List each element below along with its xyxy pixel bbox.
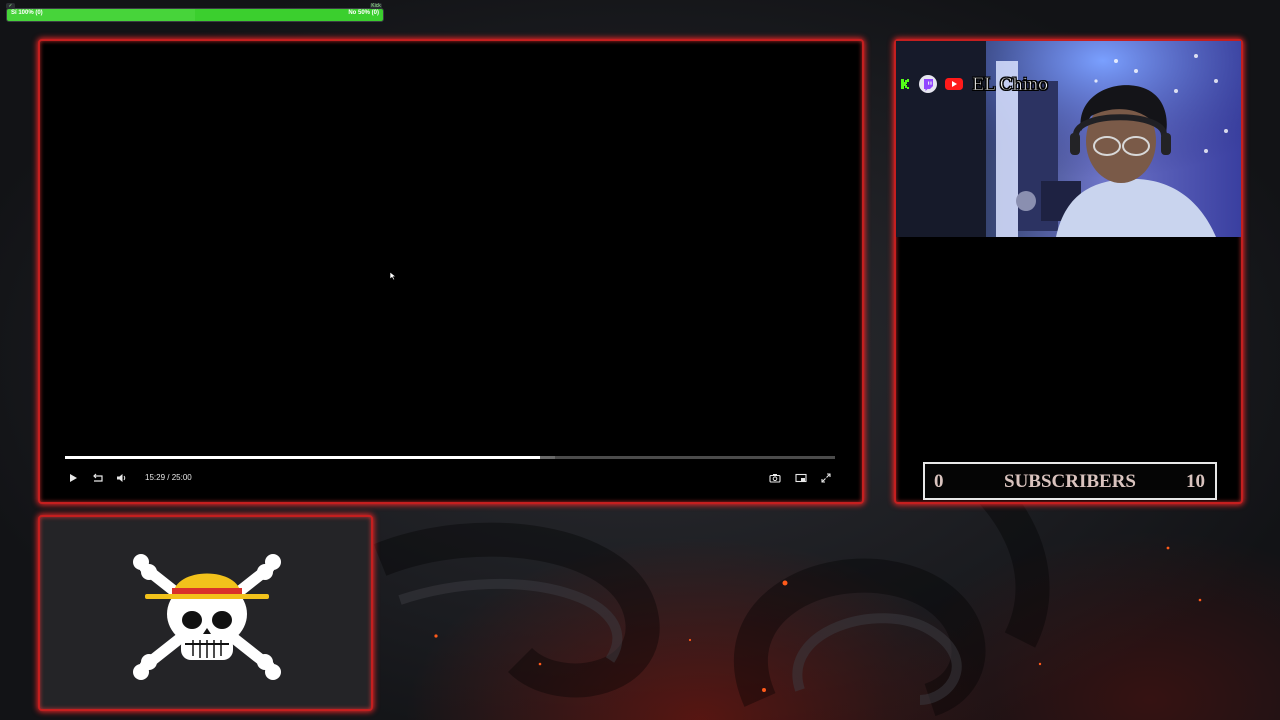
current-time: 15:29 bbox=[145, 473, 166, 482]
play-button[interactable] bbox=[66, 471, 80, 485]
volume-icon bbox=[117, 474, 126, 482]
subscriber-label: SUBSCRIBERS bbox=[1004, 471, 1136, 492]
poll-yes-label: Sí 100% (0) bbox=[11, 10, 43, 16]
played-bar bbox=[65, 456, 541, 459]
subscriber-goal-bar: 0 SUBSCRIBERS 10 bbox=[923, 462, 1217, 500]
duration: 25:00 bbox=[171, 473, 192, 482]
streamer-handle: EL Chino bbox=[972, 75, 1049, 96]
screenshot-icon bbox=[769, 474, 781, 483]
mouse-cursor-icon bbox=[389, 271, 397, 281]
time-separator: / bbox=[167, 473, 170, 482]
youtube-icon bbox=[944, 75, 964, 93]
kick-icon: Kick bbox=[370, 3, 382, 9]
poll-no-label: No 50% (0) bbox=[348, 10, 379, 16]
pip-button[interactable] bbox=[794, 471, 808, 485]
volume-button[interactable] bbox=[115, 471, 129, 485]
straw-hat-jolly-roger-logo bbox=[133, 554, 281, 680]
logo-panel bbox=[38, 515, 373, 711]
fullscreen-icon bbox=[821, 473, 831, 483]
replay-icon bbox=[93, 473, 103, 482]
webcam-panel: EL Chino 0 SUBSCRIBERS 10 bbox=[894, 39, 1243, 504]
subscriber-goal: 10 bbox=[1186, 471, 1205, 492]
fullscreen-button[interactable] bbox=[819, 471, 833, 485]
webcam-feed: EL Chino bbox=[896, 41, 1241, 237]
webcam-image bbox=[896, 41, 1241, 237]
video-player[interactable]: 15:29 / 25:00 bbox=[38, 39, 864, 504]
check-icon: ✓ bbox=[6, 3, 15, 9]
poll-bar: Sí 100% (0) No 50% (0) bbox=[6, 8, 384, 22]
progress-bar[interactable] bbox=[65, 456, 835, 459]
play-icon bbox=[70, 474, 77, 482]
pip-icon bbox=[795, 473, 807, 483]
time-display: 15:29 / 25:00 bbox=[145, 473, 192, 482]
screenshot-button[interactable] bbox=[768, 471, 782, 485]
replay-button[interactable] bbox=[91, 471, 105, 485]
kick-icon bbox=[900, 75, 910, 93]
twitch-icon bbox=[918, 75, 938, 93]
